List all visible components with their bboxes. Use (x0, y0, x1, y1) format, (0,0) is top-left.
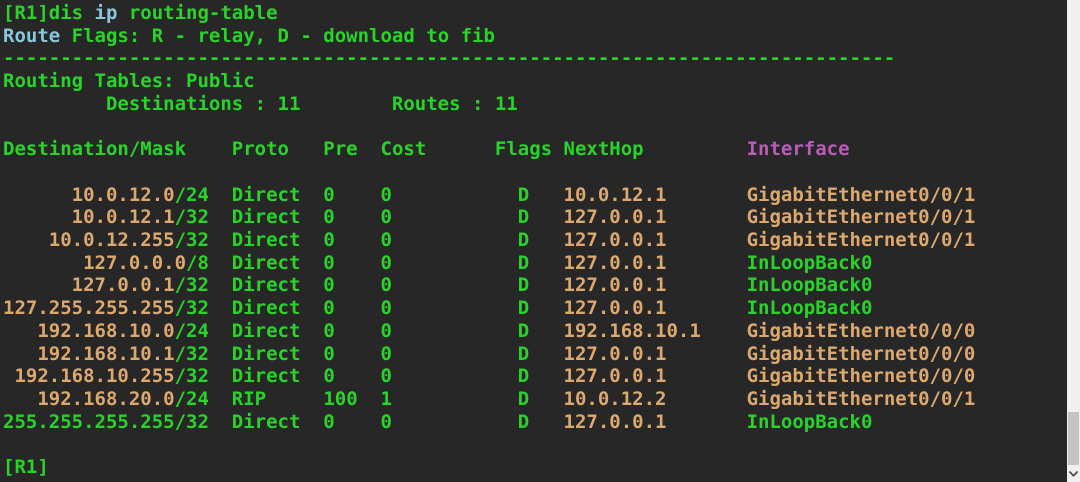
route-row: 192.168.10.1/32 Direct 0 0 D 127.0.0.1 G… (3, 343, 1067, 366)
table-header-row: Destination/Mask Proto Pre Cost Flags Ne… (3, 138, 1067, 161)
blank-line (3, 161, 1067, 184)
route-row: 192.168.10.0/24 Direct 0 0 D 192.168.10.… (3, 320, 1067, 343)
blank-line (3, 433, 1067, 456)
blank-line (3, 116, 1067, 139)
prompt-line: [R1] (3, 456, 1067, 479)
route-row: 10.0.12.0/24 Direct 0 0 D 10.0.12.1 Giga… (3, 184, 1067, 207)
scrollbar-thumb[interactable] (1068, 412, 1079, 465)
route-flags-line: Route Flags: R - relay, D - download to … (3, 25, 1067, 48)
route-row: 10.0.12.255/32 Direct 0 0 D 127.0.0.1 Gi… (3, 229, 1067, 252)
chevron-down-icon (1068, 470, 1079, 478)
route-row: 127.0.0.1/32 Direct 0 0 D 127.0.0.1 InLo… (3, 274, 1067, 297)
route-row: 10.0.12.1/32 Direct 0 0 D 127.0.0.1 Giga… (3, 206, 1067, 229)
route-row: 192.168.10.255/32 Direct 0 0 D 127.0.0.1… (3, 365, 1067, 388)
counts-line: Destinations : 11 Routes : 11 (3, 93, 1067, 116)
route-row: 192.168.20.0/24 RIP 100 1 D 10.0.12.2 Gi… (3, 388, 1067, 411)
scrollbar-down-button[interactable] (1067, 467, 1080, 481)
route-row: 127.0.0.0/8 Direct 0 0 D 127.0.0.1 InLoo… (3, 252, 1067, 275)
route-row: 127.255.255.255/32 Direct 0 0 D 127.0.0.… (3, 297, 1067, 320)
routing-tables-line: Routing Tables: Public (3, 70, 1067, 93)
separator-line: ----------------------------------------… (3, 47, 1067, 70)
route-row: 255.255.255.255/32 Direct 0 0 D 127.0.0.… (3, 411, 1067, 434)
command-line: [R1]dis ip routing-table (3, 2, 1067, 25)
terminal-output: [R1]dis ip routing-tableRoute Flags: R -… (3, 2, 1067, 479)
terminal[interactable]: [R1]dis ip routing-tableRoute Flags: R -… (0, 0, 1067, 482)
scrollbar[interactable] (1067, 0, 1080, 482)
